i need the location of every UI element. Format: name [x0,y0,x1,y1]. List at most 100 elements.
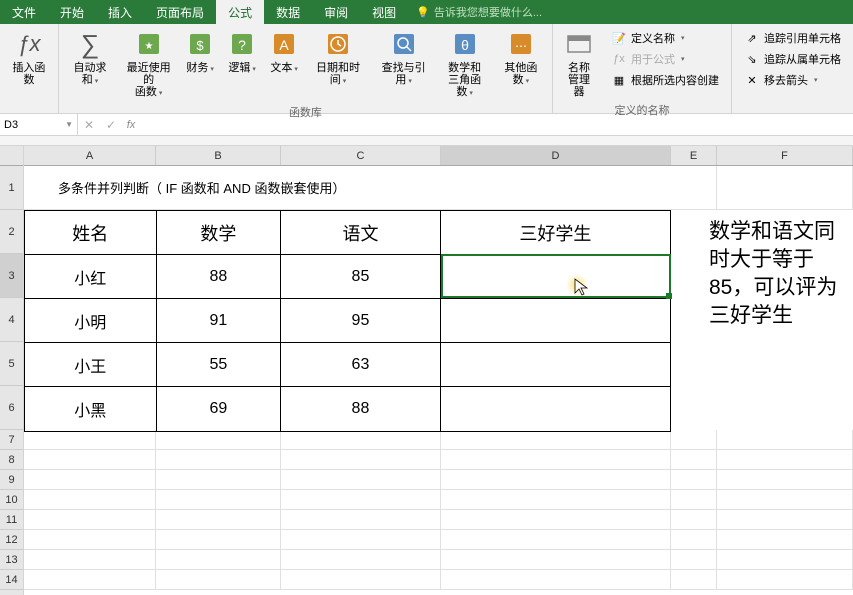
col-header-e[interactable]: E [671,146,717,165]
table-header-name[interactable]: 姓名 [25,211,157,255]
row-header-13[interactable]: 13 [0,550,23,570]
cell[interactable] [156,510,281,530]
note-text[interactable]: 数学和语文同时大于等于85，可以评为三好学生 [709,218,853,330]
table-header-math[interactable]: 数学 [157,211,282,255]
cell[interactable] [671,470,717,490]
cell[interactable] [156,550,281,570]
name-manager-button[interactable]: 名称 管理器 [557,26,601,100]
cell[interactable] [24,490,156,510]
cell[interactable] [441,490,671,510]
cell[interactable] [24,510,156,530]
cell[interactable] [671,450,717,470]
cell[interactable] [24,530,156,550]
table-header-chinese[interactable]: 语文 [281,211,441,255]
cell[interactable] [281,450,441,470]
row-header-10[interactable]: 10 [0,490,23,510]
col-header-f[interactable]: F [717,146,853,165]
cancel-formula-button[interactable]: ✕ [78,114,100,135]
enter-formula-button[interactable]: ✓ [100,114,122,135]
row-header-1[interactable]: 1 [0,166,23,210]
table-cell[interactable]: 小黑 [25,387,157,431]
cell[interactable] [24,450,156,470]
table-cell[interactable]: 55 [157,343,282,387]
row-header-3[interactable]: 3 [0,254,23,298]
tab-home[interactable]: 开始 [48,0,96,24]
formula-bar[interactable] [144,114,853,135]
table-header-award[interactable]: 三好学生 [441,211,670,255]
cell[interactable] [671,570,717,590]
tell-me-search[interactable]: 💡 告诉我您想要做什么... [408,0,550,24]
cell[interactable] [441,430,671,450]
cell[interactable] [156,570,281,590]
tab-formulas[interactable]: 公式 [216,0,264,24]
cell[interactable] [717,570,853,590]
cell[interactable] [24,570,156,590]
cell[interactable] [671,430,717,450]
table-cell[interactable] [441,387,670,431]
col-header-a[interactable]: A [24,146,156,165]
row-header-9[interactable]: 9 [0,470,23,490]
table-cell[interactable] [441,299,670,343]
table-cell[interactable]: 85 [281,255,441,299]
table-cell[interactable]: 88 [157,255,282,299]
cell[interactable] [717,450,853,470]
cell[interactable] [441,470,671,490]
cell[interactable] [156,450,281,470]
cell[interactable] [156,470,281,490]
cell[interactable] [717,490,853,510]
tab-file[interactable]: 文件 [0,0,48,24]
insert-function-small-button[interactable]: fx [122,114,144,135]
cell[interactable] [156,430,281,450]
cell-f1[interactable] [717,166,853,210]
table-cell[interactable]: 88 [281,387,441,431]
table-cell[interactable]: 小王 [25,343,157,387]
recent-functions-button[interactable]: ★ 最近使用的 函数▾ [119,26,178,102]
cell[interactable] [717,470,853,490]
col-header-d[interactable]: D [441,146,671,165]
cell[interactable] [717,550,853,570]
row-header-2[interactable]: 2 [0,210,23,254]
cell[interactable] [441,530,671,550]
cell[interactable] [441,510,671,530]
table-cell[interactable] [441,255,670,299]
cell[interactable] [281,510,441,530]
cell[interactable] [671,510,717,530]
tab-view[interactable]: 视图 [360,0,408,24]
cell[interactable] [156,490,281,510]
cell[interactable] [671,530,717,550]
logical-button[interactable]: ? 逻辑▾ [222,26,262,102]
cell[interactable] [671,550,717,570]
cell[interactable] [717,530,853,550]
cell[interactable] [717,510,853,530]
math-button[interactable]: θ 数学和 三角函数▾ [437,26,491,102]
create-from-selection-button[interactable]: ▦根据所选内容创建 [607,70,723,90]
row-header-12[interactable]: 12 [0,530,23,550]
table-cell[interactable]: 95 [281,299,441,343]
tab-page-layout[interactable]: 页面布局 [144,0,216,24]
cell[interactable] [24,430,156,450]
tab-data[interactable]: 数据 [264,0,312,24]
autosum-button[interactable]: ∑ 自动求和▾ [63,26,117,102]
cell[interactable] [441,570,671,590]
tab-review[interactable]: 审阅 [312,0,360,24]
cell[interactable] [281,530,441,550]
remove-arrows-button[interactable]: ✕移去箭头▾ [740,70,845,90]
row-header-8[interactable]: 8 [0,450,23,470]
row-header-11[interactable]: 11 [0,510,23,530]
table-cell[interactable] [441,343,670,387]
datetime-button[interactable]: 日期和时间▾ [306,26,370,102]
table-cell[interactable]: 63 [281,343,441,387]
tab-insert[interactable]: 插入 [96,0,144,24]
chevron-down-icon[interactable]: ▼ [65,120,73,129]
define-name-button[interactable]: 📝定义名称▾ [607,28,723,48]
lookup-button[interactable]: 查找与引用▾ [372,26,436,102]
cell-e1[interactable] [671,166,717,210]
cell[interactable] [281,490,441,510]
cell[interactable] [281,550,441,570]
text-button[interactable]: A 文本▾ [264,26,304,102]
row-header-5[interactable]: 5 [0,342,23,386]
cell[interactable] [24,470,156,490]
cell[interactable] [717,430,853,450]
cell[interactable] [281,470,441,490]
insert-function-button[interactable]: ƒx 插入函数 [4,26,54,95]
